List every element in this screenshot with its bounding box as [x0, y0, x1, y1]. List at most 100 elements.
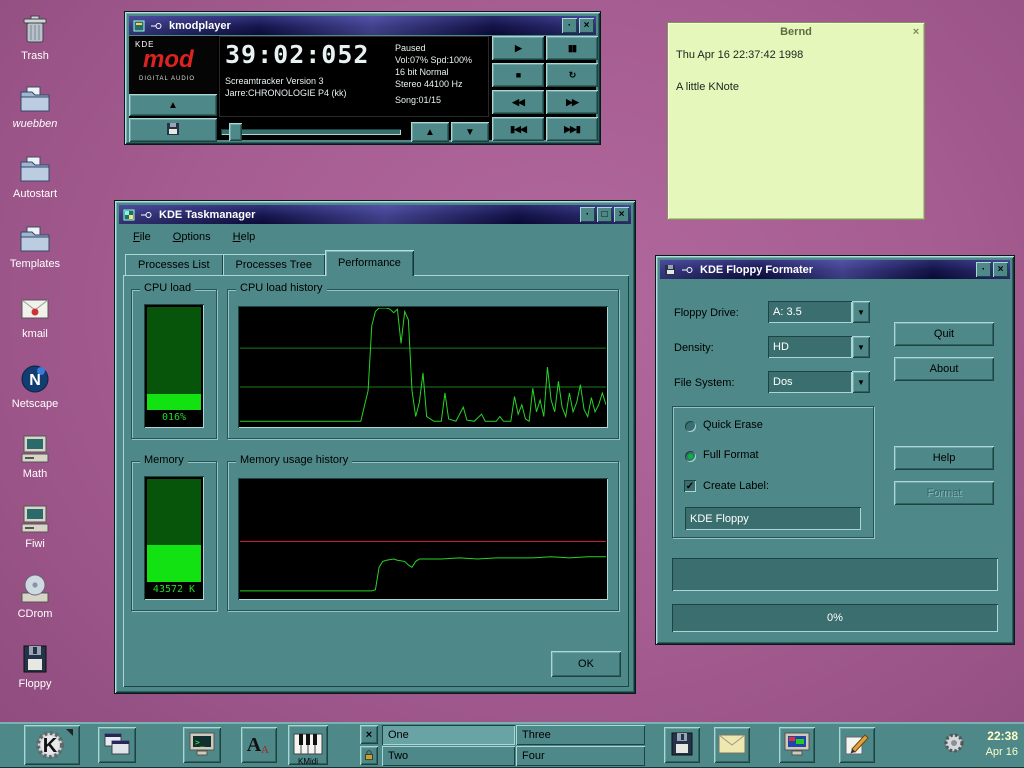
memory-history-group: Memory usage history: [227, 461, 619, 611]
minimize-icon[interactable]: ·: [580, 207, 595, 222]
desktop-icon-trash[interactable]: Trash: [2, 12, 68, 62]
filesystem-select[interactable]: Dos ▼: [768, 371, 870, 393]
mail-icon: [2, 292, 68, 326]
desktop-icon-kmail[interactable]: kmail: [2, 292, 68, 340]
desktop-icon-netscape[interactable]: N Netscape: [2, 362, 68, 410]
kde-gear-button[interactable]: [941, 731, 967, 757]
menu-options[interactable]: Options: [173, 231, 211, 243]
sticky-pin-icon[interactable]: [679, 262, 694, 277]
k-menu-button[interactable]: K: [24, 725, 80, 765]
menu-help[interactable]: Help: [233, 231, 256, 243]
window-list-button[interactable]: [98, 727, 136, 763]
mail-button[interactable]: [714, 727, 750, 763]
loop-button[interactable]: ↻: [546, 63, 598, 87]
maximize-icon[interactable]: □: [597, 207, 612, 222]
sticky-pin-icon[interactable]: [148, 18, 163, 33]
app-menu-icon[interactable]: [131, 18, 146, 33]
rewind-icon: ◀◀: [512, 97, 524, 108]
desktop-icon-math[interactable]: Math: [2, 432, 68, 480]
pattern-up-button[interactable]: ▲: [411, 122, 449, 142]
close-icon[interactable]: ×: [993, 262, 1008, 277]
prev-track-button[interactable]: ▮◀◀: [492, 117, 544, 141]
close-icon[interactable]: ×: [908, 26, 924, 38]
fonts-icon: AA: [246, 731, 272, 760]
desktop-icon-wuebben[interactable]: wuebben: [2, 82, 68, 130]
pager-desktop-two[interactable]: Two: [382, 746, 515, 766]
desktop-icon-fiwi[interactable]: Fiwi: [2, 502, 68, 550]
floppy-tools-button[interactable]: [664, 727, 700, 763]
taskmanager-titlebar[interactable]: KDE Taskmanager · □ ×: [119, 205, 631, 224]
chevron-down-icon[interactable]: ▼: [852, 301, 870, 323]
terminal-button[interactable]: >_: [183, 727, 221, 763]
editor-button[interactable]: [839, 727, 875, 763]
full-format-radio[interactable]: [685, 451, 696, 462]
position-slider[interactable]: ▲ ▼: [219, 122, 489, 142]
floppy-drive-select[interactable]: A: 3.5 ▼: [768, 301, 870, 323]
close-icon[interactable]: ×: [579, 18, 594, 33]
desktop-icon-floppy[interactable]: Floppy: [2, 642, 68, 690]
pattern-down-button[interactable]: ▼: [451, 122, 489, 142]
format-button-label: Format: [927, 487, 962, 499]
quit-button-label: Quit: [934, 328, 954, 340]
format-button[interactable]: Format: [894, 481, 994, 505]
menubar: File Options Help: [119, 226, 631, 248]
floppy-formatter-titlebar[interactable]: KDE Floppy Formater · ×: [660, 260, 1010, 279]
next-track-button[interactable]: ▶▶▮: [546, 117, 598, 141]
density-select[interactable]: HD ▼: [768, 336, 870, 358]
menu-file[interactable]: File: [133, 231, 151, 243]
tab-performance[interactable]: Performance: [325, 250, 414, 276]
logout-button[interactable]: ×: [360, 725, 378, 744]
tab-processes-list[interactable]: Processes List: [125, 254, 223, 276]
stop-button[interactable]: ■: [492, 63, 544, 87]
knote-text[interactable]: Thu Apr 16 22:37:42 1998 A little KNote: [668, 41, 924, 101]
ok-button[interactable]: OK: [551, 651, 621, 677]
desktop-icon-cdrom[interactable]: CDrom: [2, 572, 68, 620]
desktop-icon-templates[interactable]: Templates: [2, 222, 68, 270]
drive-button[interactable]: [129, 118, 217, 142]
slider-groove[interactable]: [221, 129, 401, 135]
knote-titlebar[interactable]: Bernd ×: [668, 23, 924, 41]
pager-desktop-three[interactable]: Three: [516, 725, 645, 745]
chevron-down-icon[interactable]: ▼: [852, 371, 870, 393]
minimize-icon[interactable]: ·: [976, 262, 991, 277]
desktop-icon-label: Autostart: [2, 188, 68, 200]
window-title: KDE Floppy Formater: [696, 264, 974, 276]
slider-handle[interactable]: [229, 123, 242, 141]
app-menu-icon[interactable]: [662, 262, 677, 277]
kmidi-button[interactable]: KMidi: [288, 725, 328, 765]
desktop-icon-label: Floppy: [2, 678, 68, 690]
kmodplayer-titlebar[interactable]: kmodplayer · ×: [129, 16, 596, 35]
play-button[interactable]: ▶: [492, 36, 544, 60]
cpu-load-gauge: 016%: [144, 304, 204, 428]
sticky-pin-icon[interactable]: [138, 207, 153, 222]
tab-processes-tree[interactable]: Processes Tree: [223, 254, 325, 276]
chevron-down-icon[interactable]: ▼: [852, 336, 870, 358]
create-label-checkbox[interactable]: ✓: [684, 480, 696, 492]
clock-date: Apr 16: [986, 744, 1018, 760]
help-button[interactable]: Help: [894, 446, 994, 470]
play-icon: ▶: [515, 43, 521, 54]
minimize-icon[interactable]: ·: [562, 18, 577, 33]
eject-button[interactable]: ▲: [129, 94, 217, 116]
display-settings-button[interactable]: [779, 727, 815, 763]
floppy-drive-value: A: 3.5: [768, 301, 852, 323]
volume-label-input[interactable]: KDE Floppy: [685, 507, 861, 530]
pause-button[interactable]: ▮▮: [546, 36, 598, 60]
quick-erase-radio[interactable]: [685, 421, 696, 432]
pager-desktop-one[interactable]: One: [382, 725, 515, 745]
forward-button[interactable]: ▶▶: [546, 90, 598, 114]
pager-desktop-four[interactable]: Four: [516, 746, 645, 766]
close-icon[interactable]: ×: [614, 207, 629, 222]
taskbar-clock[interactable]: 22:38 Apr 16: [986, 728, 1018, 760]
quit-button[interactable]: Quit: [894, 322, 994, 346]
rewind-button[interactable]: ◀◀: [492, 90, 544, 114]
group-label: Memory: [140, 454, 188, 466]
up-icon: ▲: [425, 127, 435, 138]
fonts-button[interactable]: AA: [241, 727, 277, 763]
app-menu-icon[interactable]: [121, 207, 136, 222]
bit-format: 16 bit Normal: [395, 66, 483, 78]
lock-screen-button[interactable]: [360, 746, 378, 765]
song-title: Jarre:CHRONOLOGIE P4 (kk): [225, 87, 395, 99]
about-button[interactable]: About: [894, 357, 994, 381]
desktop-icon-autostart[interactable]: Autostart: [2, 152, 68, 200]
